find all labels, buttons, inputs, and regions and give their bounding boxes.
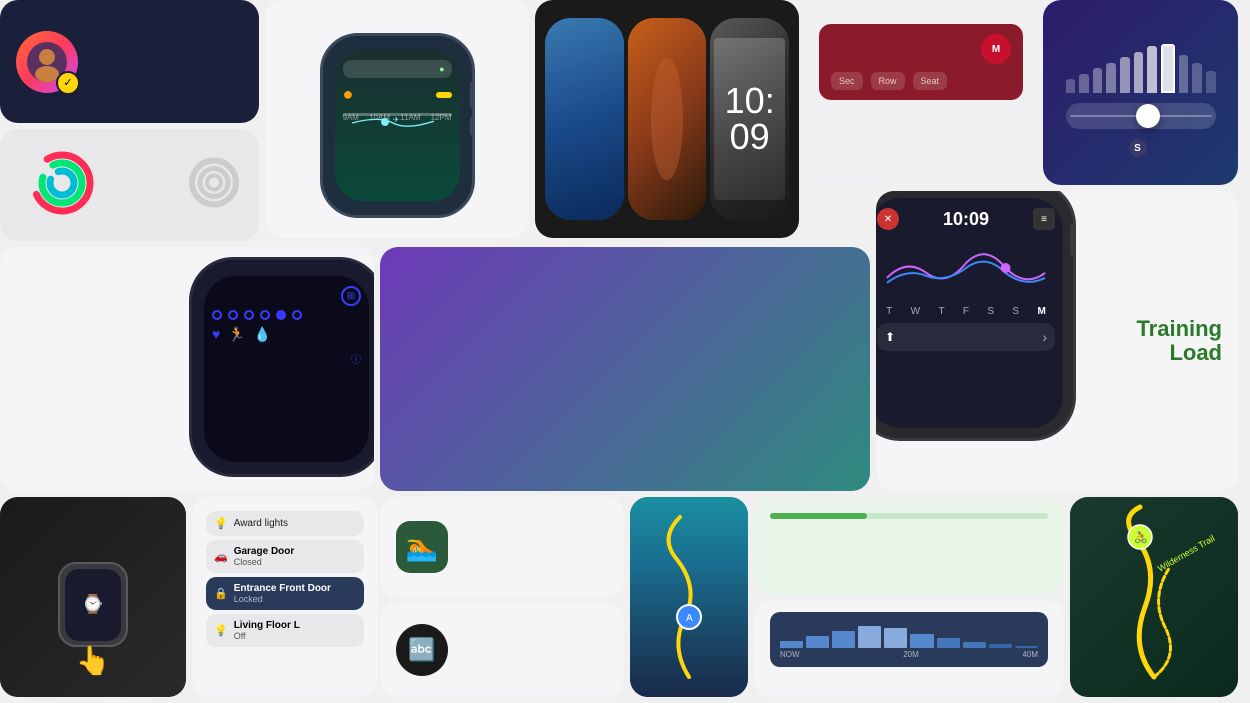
- pause-rings-icon: [185, 154, 243, 217]
- widgets-card: 💡 Award lights 🚗 Garage DoorClosed 🔒 Ent…: [192, 497, 378, 697]
- doubletap-card: ⌚ 👆: [0, 497, 186, 697]
- widget-items: 💡 Award lights 🚗 Garage DoorClosed 🔒 Ent…: [206, 511, 364, 647]
- custom-workouts-card: 🏊: [380, 497, 624, 597]
- seat-seat: Seat: [913, 72, 948, 90]
- watchos-card: [380, 247, 870, 491]
- team-logo: M: [981, 34, 1011, 64]
- checkin-card: [0, 0, 259, 123]
- vitals-card: ⊞ ♥ 🏃 💧: [0, 247, 374, 491]
- training-watch: ✕ 10:09 ≡ TWTFSSM: [876, 191, 1086, 451]
- svg-text:A: A: [686, 613, 693, 624]
- translate-icon: 🔤: [396, 624, 448, 676]
- rain-widget: NOW20M40M: [770, 612, 1048, 667]
- translate-card: 🔤: [380, 603, 624, 697]
- seat-row: Row: [871, 72, 905, 90]
- seat-sec: Sec: [831, 72, 863, 90]
- photos-card: 10: 09: [535, 0, 799, 238]
- preg-progress-fill: [770, 513, 867, 519]
- svg-text:🚴: 🚴: [1134, 531, 1148, 544]
- avatar: [16, 31, 78, 93]
- effort-level: S: [1129, 139, 1153, 157]
- live-watch: ● ● 9AM10AM11AM12PM: [320, 33, 475, 218]
- ticket-date: [831, 34, 834, 45]
- smartstack-card: NOW20M40M: [754, 600, 1064, 697]
- live-activities-card: ● ● 9AM10AM11AM12PM: [265, 0, 529, 238]
- distance-card: 🚴 Wilderness Trail: [1070, 497, 1238, 697]
- preg-progress-bar: [770, 513, 1048, 519]
- hiking-card: A: [630, 497, 748, 697]
- svg-text:Wilderness Trail: Wilderness Trail: [1156, 533, 1216, 574]
- svg-text:✈: ✈: [392, 115, 398, 124]
- eta-text: ●: [439, 64, 444, 74]
- distance-map: 🚴 Wilderness Trail: [1070, 497, 1238, 697]
- ticketing-card: M Sec Row Seat: [805, 0, 1037, 185]
- training-label: TrainingLoad: [1136, 317, 1222, 365]
- ticket-detail: M Sec Row Seat: [819, 24, 1023, 100]
- hiking-map: A: [630, 497, 748, 697]
- avatar-image: [27, 42, 67, 82]
- training-chart: [877, 238, 1055, 298]
- effort-bars: [1066, 38, 1216, 93]
- pause-card: [0, 129, 259, 241]
- airport: ●: [343, 84, 354, 105]
- photos-watches: 10: 09: [545, 18, 789, 220]
- effort-slider[interactable]: [1066, 103, 1216, 129]
- doubletap-bg: ⌚ 👆: [0, 497, 186, 697]
- vitals-watch: ⊞ ♥ 🏃 💧: [189, 257, 374, 477]
- activity-rings-icon: [26, 147, 98, 224]
- ticket-seats: Sec Row Seat: [831, 72, 1011, 90]
- workout-icon: 🏊: [396, 521, 448, 573]
- pregnancy-card: [754, 497, 1064, 594]
- effort-card: S: [1043, 0, 1238, 185]
- rain-bars: [780, 624, 1038, 648]
- training-card: ✕ 10:09 ≡ TWTFSSM: [876, 191, 1238, 491]
